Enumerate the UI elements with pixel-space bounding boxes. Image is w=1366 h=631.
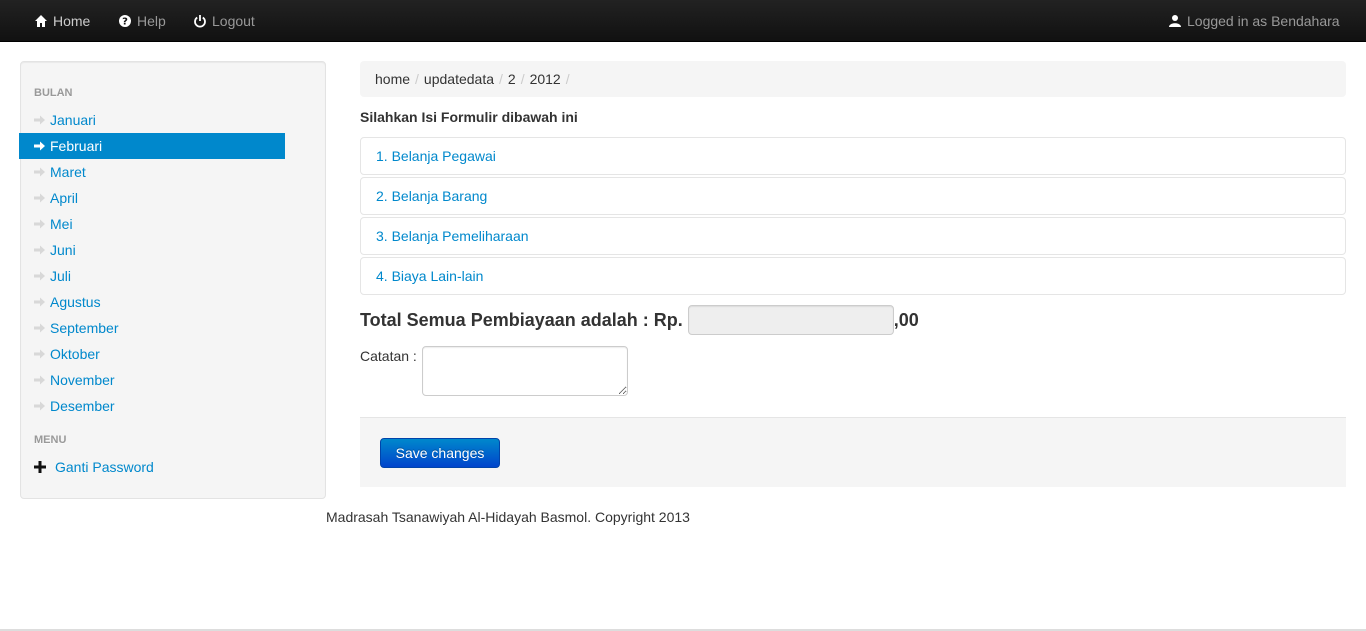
breadcrumb-divider: / — [565, 71, 570, 87]
sidebar-month-april[interactable]: April — [19, 185, 285, 211]
total-suffix: ,00 — [893, 309, 919, 330]
sidebar-month-label: Agustus — [50, 294, 101, 310]
plus-icon — [34, 461, 46, 473]
arrow-right-icon — [34, 296, 46, 308]
nav-home-label: Home — [53, 13, 91, 29]
sidebar-month-januari[interactable]: Januari — [19, 107, 285, 133]
breadcrumb-home[interactable]: home — [375, 71, 410, 87]
arrow-right-icon — [34, 218, 46, 230]
arrow-right-icon — [34, 166, 46, 178]
sidebar-month-november[interactable]: November — [19, 367, 285, 393]
sidebar-month-label: April — [50, 190, 79, 206]
section-biaya-lain-lain[interactable]: 4. Biaya Lain-lain — [360, 257, 1346, 295]
sidebar-month-label: Juni — [50, 242, 76, 258]
section-belanja-pemeliharaan[interactable]: 3. Belanja Pemeliharaan — [360, 217, 1346, 255]
sidebar-month-label: Januari — [50, 112, 96, 128]
sidebar-month-label: Maret — [50, 164, 86, 180]
arrow-right-icon — [34, 270, 46, 282]
logged-in-label: Logged in as Bendahara — [1187, 13, 1340, 29]
sidebar-month-label: Desember — [50, 398, 115, 414]
breadcrumb-divider: / — [499, 71, 503, 87]
nav-logout-label: Logout — [212, 13, 255, 29]
home-icon — [34, 14, 48, 28]
breadcrumb-updatedata[interactable]: updatedata — [424, 71, 494, 87]
sidebar-month-juli[interactable]: Juli — [19, 263, 285, 289]
arrow-right-icon — [34, 348, 46, 360]
user-icon — [1168, 14, 1182, 28]
sidebar-month-label: Oktober — [50, 346, 100, 362]
total-row: Total Semua Pembiayaan adalah : Rp. ,00 — [360, 305, 919, 335]
sidebar-month-label: November — [50, 372, 115, 388]
question-icon: ? — [118, 14, 132, 28]
arrow-right-icon — [34, 192, 46, 204]
nav-logout-link[interactable]: Logout — [193, 0, 255, 42]
svg-text:?: ? — [122, 17, 128, 28]
catatan-textarea[interactable] — [422, 346, 628, 396]
sidebar-month-juni[interactable]: Juni — [19, 237, 285, 263]
breadcrumb: home / updatedata/ 2/ 2012/ — [360, 61, 1346, 97]
total-label: Total Semua Pembiayaan adalah : Rp. — [360, 309, 683, 330]
sidebar-month-label: Mei — [50, 216, 73, 232]
save-button[interactable]: Save changes — [380, 438, 500, 468]
nav-help-link[interactable]: ? Help — [118, 0, 166, 42]
sidebar-month-label: Februari — [50, 138, 103, 154]
form-title: Silahkan Isi Formulir dibawah ini — [360, 109, 578, 125]
arrow-right-icon — [34, 114, 46, 126]
sidebar-month-label: September — [50, 320, 119, 336]
ganti-password-link[interactable]: Ganti Password — [34, 456, 154, 478]
sidebar-month-maret[interactable]: Maret — [19, 159, 285, 185]
nav-help-label: Help — [137, 13, 166, 29]
menu-header: MENU — [34, 434, 67, 446]
arrow-right-icon — [34, 140, 46, 152]
bulan-header: BULAN — [34, 87, 73, 99]
sidebar-month-desember[interactable]: Desember — [19, 393, 285, 419]
form-actions: Save changes — [360, 417, 1346, 487]
arrow-right-icon — [34, 374, 46, 386]
section-belanja-pegawai[interactable]: 1. Belanja Pegawai — [360, 137, 1346, 175]
top-navbar: Home ? Help Logout Logged in as Bendahar… — [0, 0, 1366, 42]
breadcrumb-divider: / — [520, 71, 525, 87]
sidebar-month-februari[interactable]: Februari — [19, 133, 285, 159]
total-input[interactable] — [687, 305, 894, 335]
breadcrumb-month[interactable]: 2 — [508, 71, 516, 87]
sidebar-month-oktober[interactable]: Oktober — [19, 341, 285, 367]
arrow-right-icon — [34, 400, 46, 412]
sidebar-month-mei[interactable]: Mei — [19, 211, 285, 237]
breadcrumb-divider: / — [415, 71, 419, 87]
arrow-right-icon — [34, 322, 46, 334]
logged-in-user[interactable]: Logged in as Bendahara — [1168, 0, 1340, 42]
breadcrumb-year[interactable]: 2012 — [530, 71, 561, 87]
power-icon — [193, 14, 207, 28]
sidebar-month-label: Juli — [50, 268, 72, 284]
arrow-right-icon — [34, 244, 46, 256]
nav-home-link[interactable]: Home — [34, 0, 90, 42]
footer-copyright: Madrasah Tsanawiyah Al-Hidayah Basmol. C… — [326, 509, 690, 525]
sidebar-month-september[interactable]: September — [19, 315, 285, 341]
ganti-password-label: Ganti Password — [55, 459, 154, 475]
sidebar-month-agustus[interactable]: Agustus — [19, 289, 285, 315]
section-belanja-barang[interactable]: 2. Belanja Barang — [360, 177, 1346, 215]
catatan-label: Catatan : — [360, 348, 417, 364]
